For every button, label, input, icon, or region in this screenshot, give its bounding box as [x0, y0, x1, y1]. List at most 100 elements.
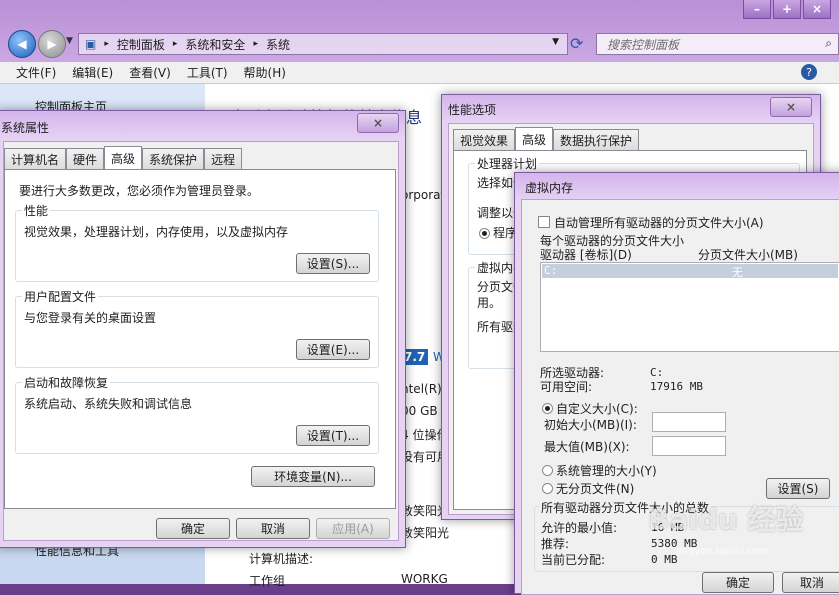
navigation-bar: ◀ ▶ ▼ ▣ ▸ 控制面板 ▸ 系统和安全 ▸ 系统 ▼ ⟳ 搜索控制面板 ⌕	[8, 30, 839, 58]
close-icon: ×	[372, 116, 384, 130]
address-dropdown-icon[interactable]: ▼	[552, 37, 559, 47]
tab-computer-name[interactable]: 计算机名	[4, 148, 67, 169]
minimize-button[interactable]: –	[743, 0, 771, 19]
system-managed-radio[interactable]	[542, 465, 553, 476]
selected-drive-value: C:	[650, 366, 664, 379]
column-header-drive: 驱动器 [卷标](D)	[540, 248, 632, 262]
free-space-value: 17916 MB	[650, 380, 703, 393]
group-title: 性能	[22, 202, 51, 219]
help-icon[interactable]: ?	[801, 64, 817, 80]
menu-help[interactable]: 帮助(H)	[244, 64, 286, 81]
close-button[interactable]: ×	[357, 113, 399, 133]
search-placeholder: 搜索控制面板	[607, 37, 680, 52]
maximize-button[interactable]: +	[773, 0, 801, 19]
current-label: 当前已分配:	[541, 553, 606, 567]
min-allowed-label: 允许的最小值:	[541, 521, 618, 535]
advanced-tab-panel: 要进行大多数更改，您必须作为管理员登录。 性能 视觉效果，处理器计划，内存使用，…	[4, 169, 396, 509]
workgroup-label: 工作组	[249, 574, 286, 588]
arrow-left-icon: ◀	[17, 37, 27, 51]
cancel-button[interactable]: 取消	[782, 572, 839, 593]
refresh-icon[interactable]: ⟳	[570, 34, 583, 53]
menu-tools[interactable]: 工具(T)	[187, 64, 228, 81]
user-profiles-group: 用户配置文件 与您登录有关的桌面设置 设置(E)...	[15, 288, 379, 368]
forward-button[interactable]: ▶	[38, 30, 66, 58]
table-row[interactable]: C: 无	[542, 264, 838, 279]
breadcrumb-separator: ▸	[253, 39, 258, 49]
set-button[interactable]: 设置(S)	[766, 478, 830, 499]
dialog-title: 性能选项	[448, 103, 497, 117]
group-title: 处理器计划	[475, 155, 540, 172]
tab-strip: 视觉效果 高级 数据执行保护	[453, 127, 640, 150]
ok-button[interactable]: 确定	[702, 572, 774, 593]
watermark-logo: Baidu 经验	[648, 503, 804, 536]
breadcrumb-system-security[interactable]: 系统和安全	[185, 36, 245, 53]
address-bar[interactable]: ▣ ▸ 控制面板 ▸ 系统和安全 ▸ 系统 ▼	[78, 33, 568, 55]
computer-description-label: 计算机描述:	[249, 552, 314, 566]
auto-manage-label: 自动管理所有驱动器的分页文件大小(A)	[554, 216, 764, 230]
no-paging-label: 无分页文件(N)	[556, 482, 635, 496]
column-header-size: 分页文件大小(MB)	[698, 248, 798, 262]
breadcrumb-separator: ▸	[172, 39, 178, 49]
initial-size-input[interactable]	[652, 412, 726, 432]
max-size-label: 最大值(MB)(X):	[544, 440, 630, 454]
menu-view[interactable]: 查看(V)	[129, 64, 171, 81]
close-button[interactable]: ×	[770, 97, 812, 117]
dialog-title: 虚拟内存	[525, 181, 574, 195]
tab-visual-effects[interactable]: 视觉效果	[453, 129, 516, 150]
breadcrumb-separator: ▸	[104, 39, 109, 49]
performance-settings-button[interactable]: 设置(S)...	[296, 253, 370, 274]
custom-size-label: 自定义大小(C):	[556, 402, 638, 416]
arrow-right-icon: ▶	[47, 37, 57, 51]
tab-advanced[interactable]: 高级	[515, 127, 554, 150]
manufacturer-fragment: orporat	[401, 188, 446, 202]
full-name-fragment: 敦笑阳光	[401, 526, 450, 540]
memory-fragment: 00 GB	[401, 404, 438, 418]
search-icon: ⌕	[825, 36, 832, 50]
user-profiles-settings-button[interactable]: 设置(E)...	[296, 339, 370, 360]
tab-advanced[interactable]: 高级	[104, 146, 143, 169]
breadcrumb-control-panel[interactable]: 控制面板	[117, 36, 165, 53]
recommended-label: 推荐:	[541, 537, 570, 551]
back-button[interactable]: ◀	[8, 30, 36, 58]
programs-radio[interactable]	[479, 228, 490, 239]
menu-bar: 文件(F) 编辑(E) 查看(V) 工具(T) 帮助(H) ?	[0, 62, 839, 84]
size-cell: 无	[732, 266, 743, 279]
auto-manage-checkbox[interactable]	[538, 216, 550, 228]
tab-remote[interactable]: 远程	[204, 148, 243, 169]
apply-button[interactable]: 应用(A)	[316, 518, 390, 539]
max-size-input[interactable]	[652, 436, 726, 456]
computer-icon: ▣	[85, 37, 97, 51]
group-title: 启动和故障恢复	[22, 374, 111, 391]
current-value: 0 MB	[651, 553, 678, 566]
group-description: 系统启动、系统失败和调试信息	[24, 397, 193, 411]
system-properties-dialog: 系统属性 × 计算机名 硬件 高级 系统保护 远程 要进行大多数更改，您必须作为…	[0, 110, 406, 548]
ok-button[interactable]: 确定	[156, 518, 230, 539]
startup-recovery-group: 启动和故障恢复 系统启动、系统失败和调试信息 设置(T)...	[15, 374, 379, 454]
group-description: 视觉效果，处理器计划，内存使用，以及虚拟内存	[24, 225, 289, 239]
tab-hardware[interactable]: 硬件	[66, 148, 105, 169]
tab-dep[interactable]: 数据执行保护	[553, 129, 640, 150]
admin-note: 要进行大多数更改，您必须作为管理员登录。	[19, 184, 260, 198]
free-space-label: 可用空间:	[540, 380, 593, 394]
recent-pages-icon[interactable]: ▼	[66, 36, 73, 46]
menu-edit[interactable]: 编辑(E)	[72, 64, 113, 81]
custom-size-radio[interactable]	[542, 403, 553, 414]
processor-fragment: ntel(R)	[401, 382, 442, 396]
close-button[interactable]: ×	[803, 0, 831, 19]
search-input[interactable]: 搜索控制面板 ⌕	[596, 33, 839, 55]
group-description-2: 用。	[477, 296, 502, 310]
tab-strip: 计算机名 硬件 高级 系统保护 远程	[4, 146, 243, 169]
tab-system-protection[interactable]: 系统保护	[142, 148, 205, 169]
drive-list[interactable]: C: 无	[540, 262, 839, 352]
no-paging-radio[interactable]	[542, 483, 553, 494]
performance-group: 性能 视觉效果，处理器计划，内存使用，以及虚拟内存 设置(S)...	[15, 202, 379, 282]
startup-recovery-settings-button[interactable]: 设置(T)...	[296, 425, 370, 446]
menu-file[interactable]: 文件(F)	[16, 64, 56, 81]
watermark-url: jingyan.baidu.com	[676, 546, 769, 557]
group-description: 与您登录有关的桌面设置	[24, 311, 157, 325]
close-icon: ×	[785, 100, 797, 114]
environment-variables-button[interactable]: 环境变量(N)...	[251, 466, 375, 487]
group-title: 用户配置文件	[22, 288, 99, 305]
breadcrumb-system[interactable]: 系统	[266, 36, 290, 53]
cancel-button[interactable]: 取消	[236, 518, 310, 539]
